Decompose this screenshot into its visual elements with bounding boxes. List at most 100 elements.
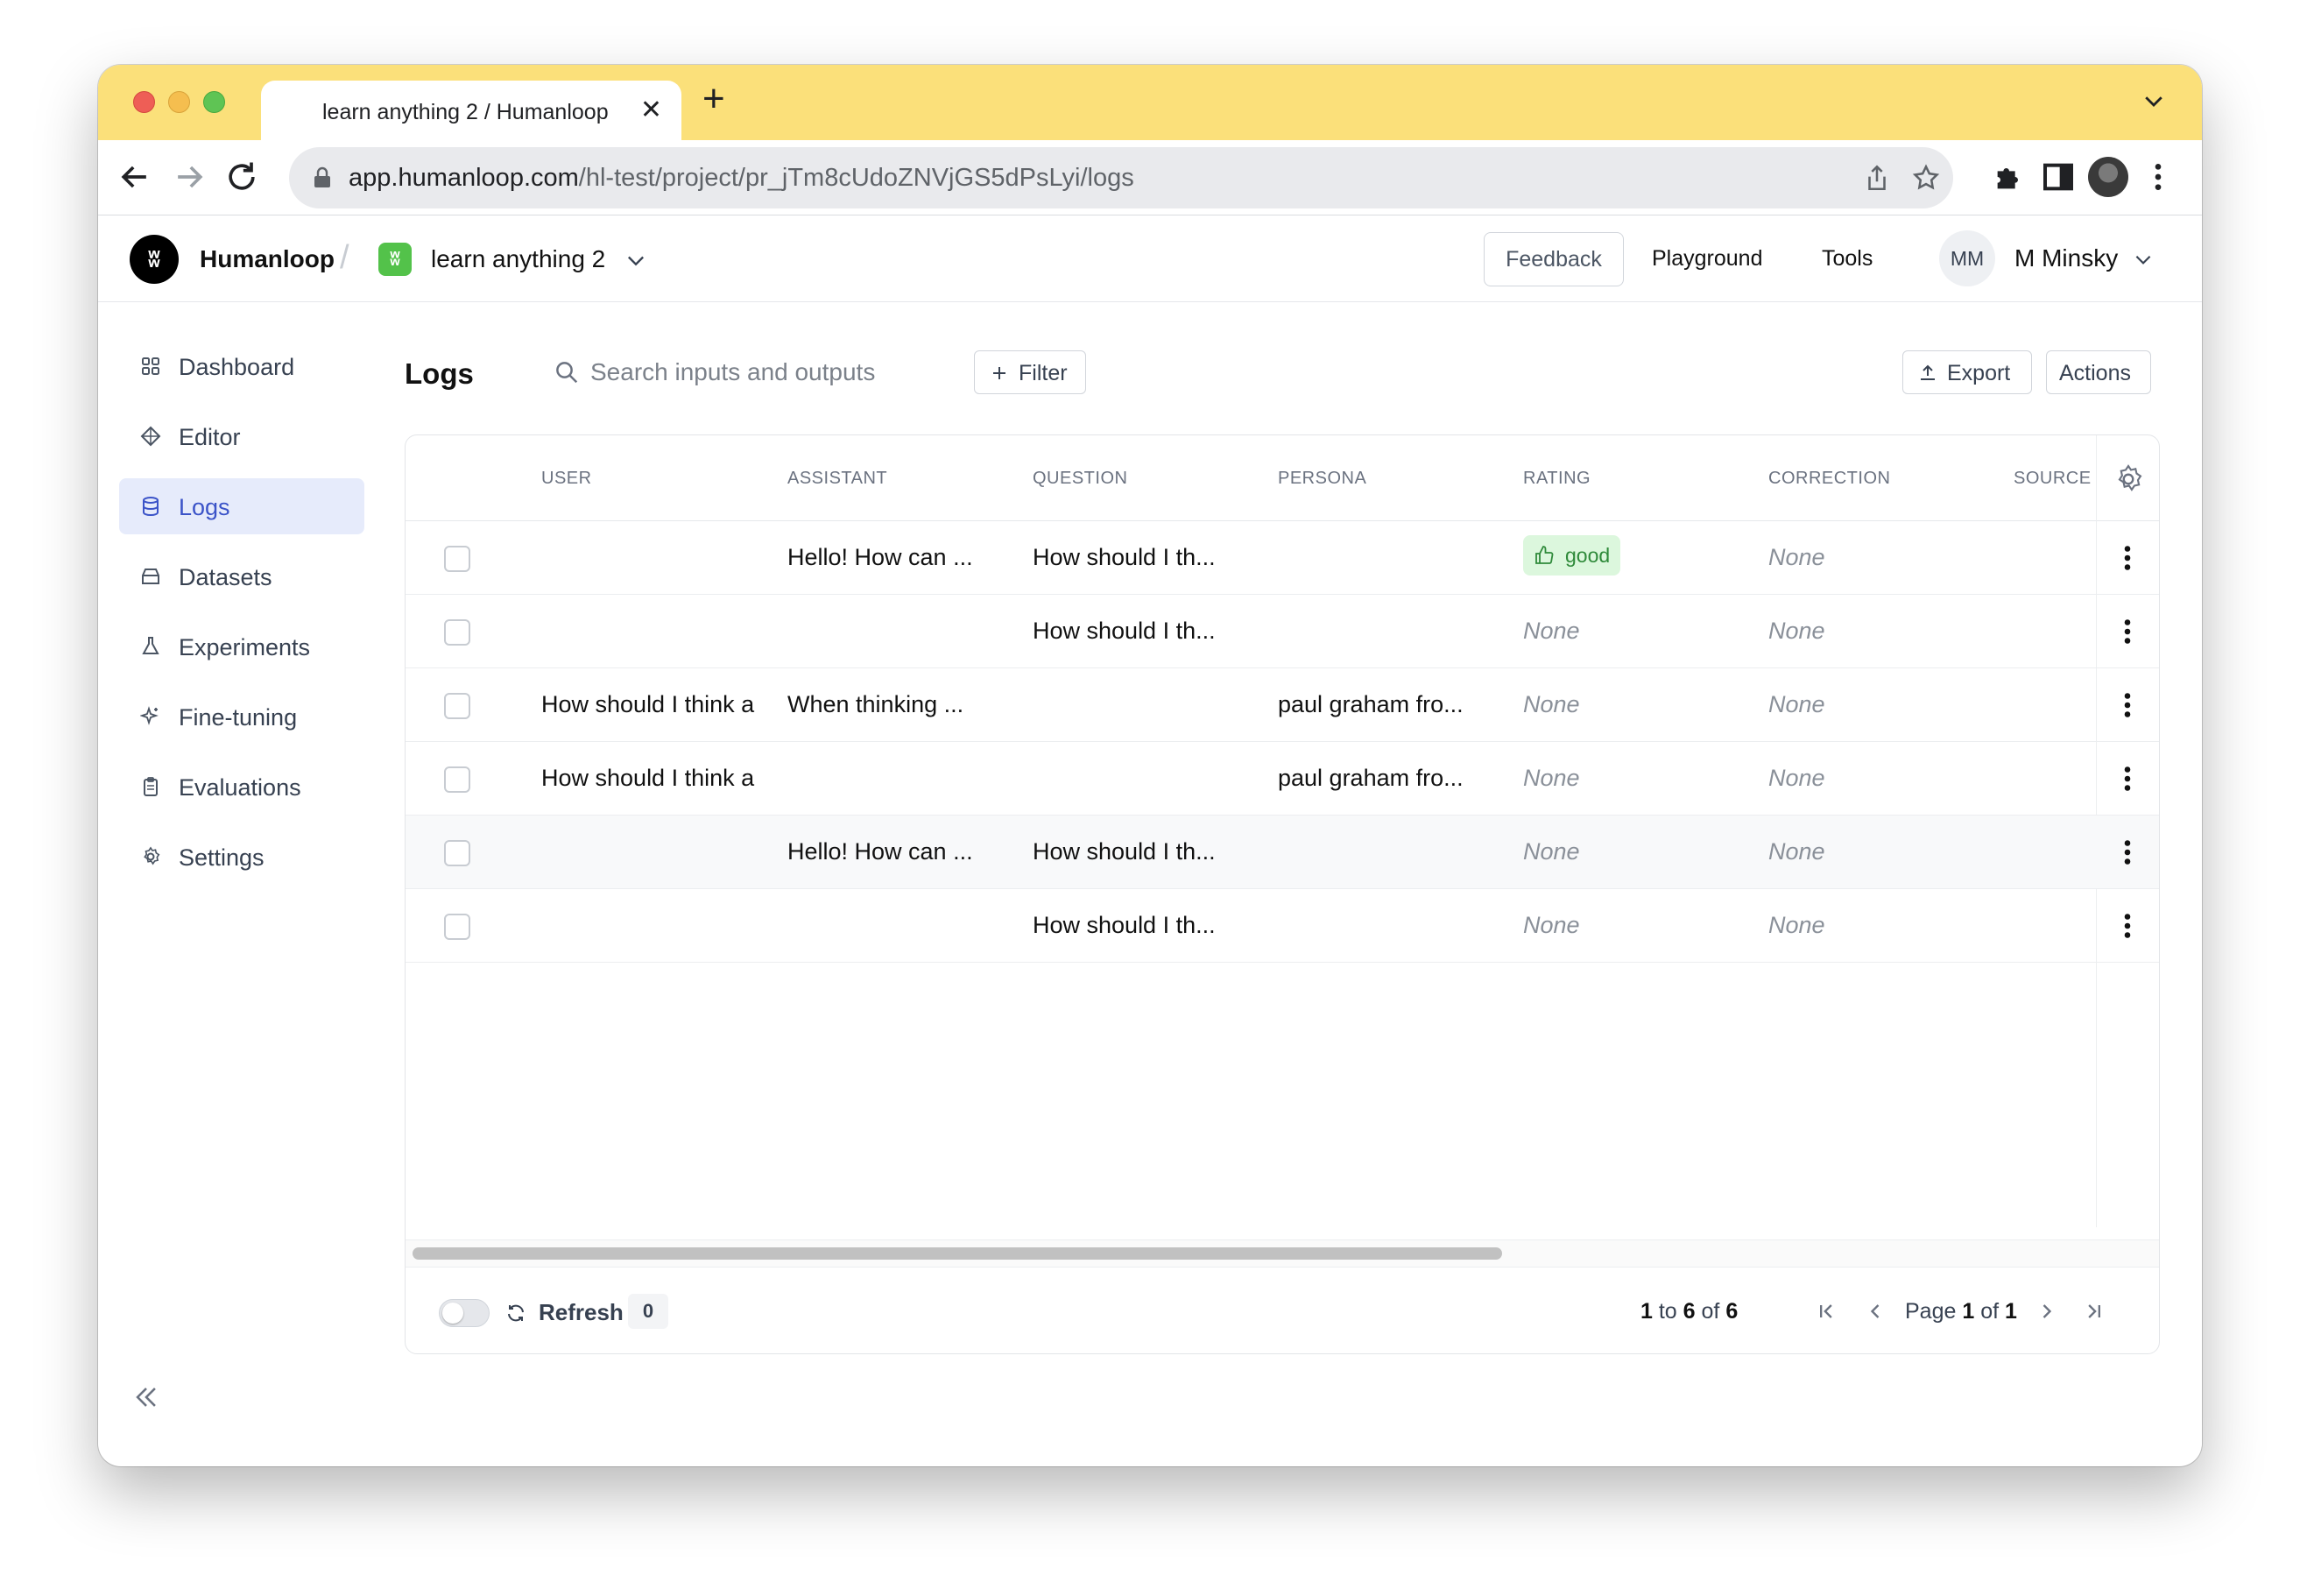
tab-title: learn anything 2 / Humanloop bbox=[322, 100, 609, 124]
user-name[interactable]: M Minsky bbox=[2014, 244, 2118, 272]
collapse-sidebar-icon[interactable] bbox=[131, 1382, 161, 1412]
actions-button[interactable]: Actions bbox=[2046, 350, 2151, 394]
cell-correction: None bbox=[1768, 691, 1825, 717]
sidebar-item-experiments[interactable]: Experiments bbox=[119, 618, 364, 674]
cell-correction: None bbox=[1768, 912, 1825, 938]
share-icon[interactable] bbox=[1862, 163, 1892, 193]
row-menu-kebab-icon[interactable] bbox=[2119, 689, 2136, 721]
column-header-source[interactable]: SOURCE bbox=[2014, 469, 2092, 489]
back-arrow-icon[interactable] bbox=[116, 158, 154, 196]
next-page-icon[interactable] bbox=[2035, 1299, 2059, 1324]
tab-search-chevron-icon[interactable] bbox=[2141, 88, 2167, 114]
cell-rating: None bbox=[1523, 912, 1580, 938]
extensions-puzzle-icon[interactable] bbox=[1992, 159, 2027, 194]
row-checkbox[interactable] bbox=[444, 840, 470, 866]
sidebar-item-editor[interactable]: Editor bbox=[119, 408, 364, 464]
row-checkbox[interactable] bbox=[444, 546, 470, 572]
first-page-icon[interactable] bbox=[1814, 1299, 1838, 1324]
previous-page-icon[interactable] bbox=[1863, 1299, 1887, 1324]
table-row[interactable]: Hello! How can ... How should I th... No… bbox=[406, 816, 2159, 889]
cell-rating: None bbox=[1523, 618, 1580, 644]
row-checkbox[interactable] bbox=[444, 914, 470, 940]
filter-button[interactable]: Filter bbox=[974, 350, 1086, 394]
forward-arrow-icon[interactable] bbox=[170, 158, 208, 196]
row-menu-kebab-icon[interactable] bbox=[2119, 542, 2136, 574]
export-button[interactable]: Export bbox=[1902, 350, 2032, 394]
humanloop-logo[interactable]: ʬ bbox=[130, 235, 179, 284]
sidebar-item-datasets[interactable]: Datasets bbox=[119, 548, 364, 604]
rating-badge-good[interactable]: good bbox=[1523, 535, 1621, 576]
new-tab-icon[interactable]: + bbox=[702, 77, 725, 121]
column-header-correction[interactable]: CORRECTION bbox=[1768, 469, 1890, 489]
table-row[interactable]: How should I think a When thinking ... p… bbox=[406, 668, 2159, 742]
close-window-button[interactable] bbox=[133, 91, 155, 113]
row-menu-kebab-icon[interactable] bbox=[2119, 763, 2136, 794]
sidebar-item-label: Datasets bbox=[179, 564, 272, 590]
cell-correction: None bbox=[1768, 765, 1825, 791]
row-menu-kebab-icon[interactable] bbox=[2119, 616, 2136, 647]
search-input[interactable] bbox=[590, 350, 976, 394]
last-page-icon[interactable] bbox=[2082, 1299, 2106, 1324]
column-settings-gear-icon[interactable] bbox=[2113, 463, 2144, 495]
minimize-window-button[interactable] bbox=[168, 91, 190, 113]
row-checkbox[interactable] bbox=[444, 693, 470, 719]
horizontal-scrollbar-thumb[interactable] bbox=[413, 1247, 1502, 1260]
browser-menu-kebab-icon[interactable] bbox=[2141, 159, 2176, 194]
bookmark-star-icon[interactable] bbox=[1911, 163, 1941, 193]
user-avatar[interactable]: MM bbox=[1939, 230, 1995, 286]
column-header-rating[interactable]: RATING bbox=[1523, 469, 1591, 489]
user-menu-chevron-down-icon[interactable] bbox=[2132, 248, 2155, 271]
feedback-button[interactable]: Feedback bbox=[1484, 232, 1624, 286]
cell-correction: None bbox=[1768, 544, 1825, 570]
cell-correction: None bbox=[1768, 618, 1825, 644]
reload-icon[interactable] bbox=[222, 158, 261, 196]
refresh-icon[interactable] bbox=[505, 1303, 526, 1324]
logs-table: USER ASSISTANT QUESTION PERSONA RATING C… bbox=[405, 434, 2160, 1354]
tools-link[interactable]: Tools bbox=[1822, 246, 1873, 272]
profile-avatar[interactable] bbox=[2088, 157, 2128, 197]
lock-icon[interactable] bbox=[312, 166, 333, 189]
horizontal-scrollbar[interactable] bbox=[406, 1239, 2159, 1268]
column-header-assistant[interactable]: ASSISTANT bbox=[787, 469, 887, 489]
sidebar-item-fine-tuning[interactable]: Fine-tuning bbox=[119, 689, 364, 745]
row-menu-kebab-icon[interactable] bbox=[2119, 910, 2136, 942]
project-name[interactable]: learn anything 2 bbox=[431, 245, 605, 273]
column-header-question[interactable]: QUESTION bbox=[1033, 469, 1127, 489]
sidebar-item-dashboard[interactable]: Dashboard bbox=[119, 338, 364, 394]
sidebar-item-settings[interactable]: Settings bbox=[119, 829, 364, 885]
sidebar-item-logs[interactable]: Logs bbox=[119, 478, 364, 534]
cell-question: How should I th... bbox=[1033, 618, 1216, 644]
row-checkbox[interactable] bbox=[444, 619, 470, 646]
archive-icon bbox=[142, 568, 159, 584]
refresh-button[interactable]: Refresh bbox=[539, 1299, 624, 1326]
sidebar-item-label: Logs bbox=[179, 494, 230, 520]
url-text[interactable]: app.humanloop.com/hl-test/project/pr_jTm… bbox=[349, 164, 1134, 193]
rating-label: good bbox=[1565, 544, 1611, 567]
thumbs-up-icon bbox=[1535, 546, 1554, 564]
column-header-persona[interactable]: PERSONA bbox=[1278, 469, 1366, 489]
address-bar[interactable]: app.humanloop.com/hl-test/project/pr_jTm… bbox=[289, 147, 1953, 208]
brand-name[interactable]: Humanloop bbox=[200, 245, 335, 273]
playground-link[interactable]: Playground bbox=[1652, 246, 1762, 272]
database-icon bbox=[143, 497, 159, 517]
table-footer: Refresh 0 1 to 6 of 6 Page 1 of 1 bbox=[406, 1268, 2159, 1353]
row-menu-kebab-icon[interactable] bbox=[2119, 837, 2136, 868]
auto-refresh-toggle[interactable] bbox=[439, 1299, 490, 1327]
browser-tab-active[interactable]: learn anything 2 / Humanloop ✕ bbox=[261, 81, 681, 142]
tab-close-icon[interactable]: ✕ bbox=[640, 95, 662, 125]
row-checkbox[interactable] bbox=[444, 766, 470, 793]
table-row[interactable]: How should I th... None None bbox=[406, 595, 2159, 668]
search-icon bbox=[556, 362, 578, 384]
project-logo[interactable]: ʬ bbox=[378, 243, 412, 276]
cell-correction: None bbox=[1768, 838, 1825, 865]
table-row[interactable]: How should I think a paul graham fro... … bbox=[406, 742, 2159, 816]
table-row[interactable]: Hello! How can ... How should I th... go… bbox=[406, 521, 2159, 595]
project-chevron-down-icon[interactable] bbox=[624, 248, 648, 272]
table-row[interactable]: How should I th... None None bbox=[406, 889, 2159, 963]
column-header-user[interactable]: USER bbox=[541, 469, 592, 489]
cell-rating: None bbox=[1523, 838, 1580, 865]
side-panel-icon[interactable] bbox=[2041, 159, 2076, 194]
maximize-window-button[interactable] bbox=[203, 91, 225, 113]
sidebar-item-evaluations[interactable]: Evaluations bbox=[119, 759, 364, 815]
sidebar-item-label: Editor bbox=[179, 424, 241, 450]
